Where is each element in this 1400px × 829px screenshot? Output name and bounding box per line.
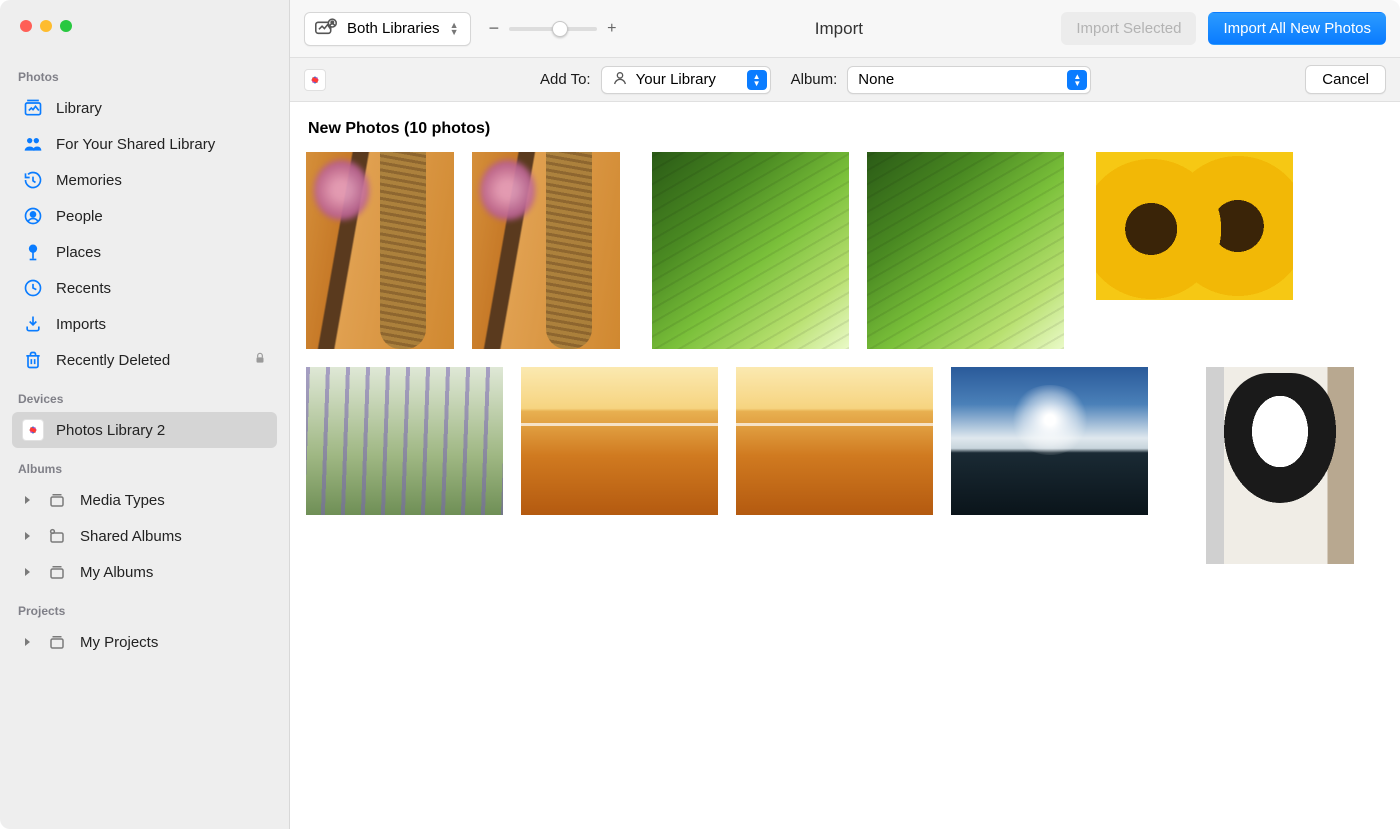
zoom-in-label: + [607,20,616,38]
photo-thumbnail[interactable] [1096,152,1293,300]
add-to-label: Add To: [540,71,591,88]
album-stack-icon [46,489,68,511]
trash-icon [22,349,44,371]
toolbar: Both Libraries ▲▼ − + Import Import Sele… [290,0,1400,58]
sidebar-item-label: Library [56,100,102,117]
sidebar-item-label: Recents [56,280,111,297]
lock-icon [253,351,267,369]
library-filter-label: Both Libraries [347,20,440,37]
album-stack-icon [46,561,68,583]
photos-app-icon [22,419,44,441]
sidebar-item-places[interactable]: Places [12,234,277,270]
sidebar-item-label: Recently Deleted [56,352,170,369]
sidebar-item-label: People [56,208,103,225]
sidebar: Photos Library For Your Shared Library M… [0,0,290,829]
clock-icon [22,277,44,299]
sidebar-item-label: For Your Shared Library [56,136,215,153]
album-stack-icon [46,631,68,653]
zoom-track[interactable] [509,27,597,31]
photo-thumbnail[interactable] [867,152,1064,349]
photo-thumbnail[interactable] [472,152,620,349]
sidebar-item-people[interactable]: People [12,198,277,234]
sidebar-item-label: My Albums [80,564,153,581]
sidebar-item-label: Memories [56,172,122,189]
sidebar-item-label: Places [56,244,101,261]
album-value: None [858,71,894,88]
sidebar-item-memories[interactable]: Memories [12,162,277,198]
popup-arrows-icon: ▲▼ [1067,70,1087,90]
sidebar-item-my-albums[interactable]: My Albums [12,554,277,590]
people-icon [22,133,44,155]
section-label-projects: Projects [12,598,277,624]
library-filter-selector[interactable]: Both Libraries ▲▼ [304,12,471,46]
pin-icon [22,241,44,263]
photo-thumbnail[interactable] [306,152,454,349]
chevron-right-icon [22,567,34,577]
chevron-right-icon [22,495,34,505]
sidebar-item-label: My Projects [80,634,158,651]
photo-thumbnail[interactable] [1206,367,1354,564]
shared-album-icon [46,525,68,547]
thumbnail-zoom-slider[interactable]: − + [489,18,617,39]
import-icon [22,313,44,335]
sidebar-item-shared-albums[interactable]: Shared Albums [12,518,277,554]
add-to-selector[interactable]: Your Library ▲▼ [601,66,771,94]
option-bar: Add To: Your Library ▲▼ Album: None ▲▼ C… [290,58,1400,102]
cancel-button[interactable]: Cancel [1305,65,1386,94]
photo-thumbnail[interactable] [736,367,933,515]
photos-app-icon [304,69,326,91]
photo-thumbnail[interactable] [521,367,718,515]
photo-thumbnail[interactable] [652,152,849,349]
library-filter-icon [315,18,337,40]
person-icon [612,70,628,90]
thumbnail-grid [306,152,1384,564]
sidebar-item-media-types[interactable]: Media Types [12,482,277,518]
popup-arrows-icon: ▲▼ [747,70,767,90]
minimize-window-button[interactable] [40,20,52,32]
add-to-value: Your Library [636,71,716,88]
sidebar-item-imports[interactable]: Imports [12,306,277,342]
photo-thumbnail[interactable] [306,367,503,515]
fullscreen-window-button[interactable] [60,20,72,32]
import-all-button[interactable]: Import All New Photos [1208,12,1386,45]
sidebar-item-recents[interactable]: Recents [12,270,277,306]
sidebar-item-my-projects[interactable]: My Projects [12,624,277,660]
window-controls [12,12,277,56]
section-label-albums: Albums [12,456,277,482]
chevron-right-icon [22,531,34,541]
up-down-stepper-icon: ▲▼ [450,22,464,36]
album-selector[interactable]: None ▲▼ [847,66,1091,94]
sidebar-item-photos-library-2[interactable]: Photos Library 2 [12,412,277,448]
page-title: Import [628,19,1049,39]
sidebar-item-shared-library[interactable]: For Your Shared Library [12,126,277,162]
sidebar-item-label: Shared Albums [80,528,182,545]
import-content: New Photos (10 photos) [290,102,1400,829]
group-title-new-photos: New Photos (10 photos) [306,120,1384,152]
close-window-button[interactable] [20,20,32,32]
memories-icon [22,169,44,191]
section-label-photos: Photos [12,64,277,90]
person-circle-icon [22,205,44,227]
album-label: Album: [791,71,838,88]
sidebar-item-recently-deleted[interactable]: Recently Deleted [12,342,277,378]
sidebar-item-library[interactable]: Library [12,90,277,126]
sidebar-item-label: Photos Library 2 [56,422,165,439]
main-area: Both Libraries ▲▼ − + Import Import Sele… [290,0,1400,829]
photo-library-icon [22,97,44,119]
zoom-slider-knob[interactable] [552,21,568,37]
sidebar-item-label: Media Types [80,492,165,509]
import-selected-button: Import Selected [1061,12,1196,45]
zoom-out-label: − [489,18,500,39]
photo-thumbnail[interactable] [951,367,1148,515]
sidebar-item-label: Imports [56,316,106,333]
chevron-right-icon [22,637,34,647]
section-label-devices: Devices [12,386,277,412]
